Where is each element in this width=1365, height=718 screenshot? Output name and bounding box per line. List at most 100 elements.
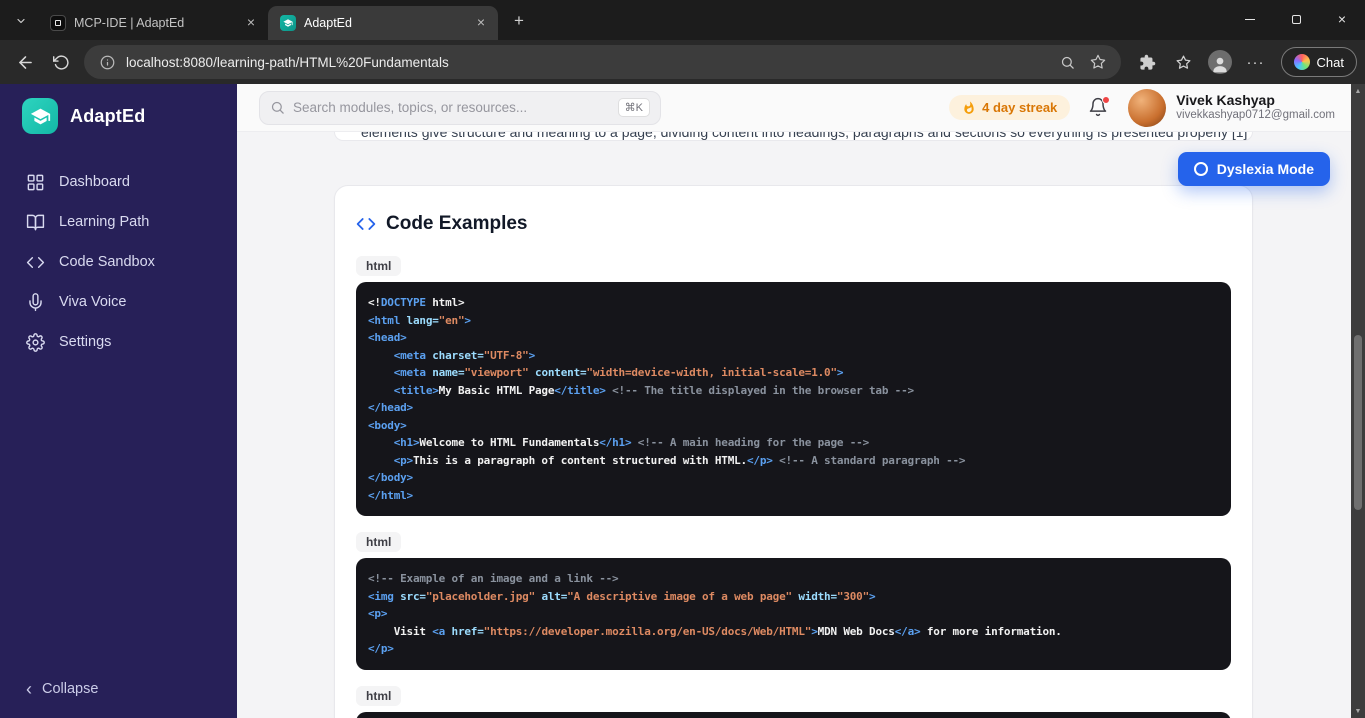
microphone-icon bbox=[29, 292, 42, 311]
code-line: </head> bbox=[368, 401, 413, 414]
language-badge: html bbox=[356, 532, 402, 552]
scroll-up-button[interactable]: ▲ bbox=[1351, 84, 1365, 98]
mcp-ide-favicon bbox=[50, 15, 66, 31]
code-block bbox=[356, 711, 1231, 718]
code-line: </body> bbox=[368, 471, 413, 484]
page-content: elements give structure and meaning to a… bbox=[237, 132, 1365, 718]
tab-close-icon[interactable]: × bbox=[242, 14, 260, 32]
tab-search-button[interactable] bbox=[8, 8, 34, 34]
code-line: <img src="placeholder.jpg" alt="A descri… bbox=[368, 589, 876, 603]
code-line: <title>My Basic HTML Page</title> <!-- T… bbox=[393, 383, 914, 397]
graduation-cap-icon bbox=[22, 98, 58, 134]
reload-button[interactable] bbox=[44, 45, 78, 79]
tab-title: AdaptEd bbox=[304, 16, 352, 30]
sidebar-item-label: Learning Path bbox=[59, 214, 150, 230]
code-line: <meta charset="UTF-8"> bbox=[393, 348, 536, 362]
dyslexia-mode-label: Dyslexia Mode bbox=[1216, 161, 1314, 177]
back-button[interactable] bbox=[8, 45, 42, 79]
code-line: <head> bbox=[368, 331, 407, 344]
code-block: <!-- Example of an image and a link --> <… bbox=[356, 558, 1231, 670]
sidebar-item-label: Settings bbox=[59, 334, 112, 350]
favorite-star-button[interactable] bbox=[1087, 51, 1109, 73]
tab-adapted[interactable]: AdaptEd × bbox=[268, 6, 498, 40]
ellipsis-icon: ··· bbox=[1246, 53, 1265, 71]
browser-toolbar: localhost:8080/learning-path/HTML%20Fund… bbox=[0, 40, 1365, 84]
reload-icon bbox=[52, 54, 69, 70]
code-block: <!DOCTYPE html> <html lang="en"> <head> <m… bbox=[356, 282, 1231, 516]
header-right-cluster: 4 day streak Vivek Kashyap vivekkashyap0… bbox=[949, 88, 1335, 127]
star-icon bbox=[1090, 54, 1105, 69]
site-info-button[interactable] bbox=[96, 51, 118, 73]
search-icon bbox=[1061, 56, 1074, 69]
notifications-button[interactable] bbox=[1088, 95, 1111, 119]
sidebar-item-label: Viva Voice bbox=[59, 294, 127, 310]
info-icon bbox=[100, 55, 114, 69]
streak-badge[interactable]: 4 day streak bbox=[949, 95, 1071, 120]
sidebar-collapse-button[interactable]: ‹ Collapse bbox=[0, 680, 237, 718]
toolbar-right-cluster: ··· Chat bbox=[1131, 45, 1357, 79]
url-text: localhost:8080/learning-path/HTML%20Fund… bbox=[126, 54, 449, 70]
scrollbar-track[interactable] bbox=[1351, 98, 1365, 704]
code-line: <p> bbox=[368, 607, 388, 620]
scrollbar-thumb[interactable] bbox=[1354, 335, 1362, 510]
sidebar: AdaptEd Dashboard Learning Path Code San… bbox=[0, 84, 237, 718]
user-email: vivekkashyap0712@gmail.com bbox=[1176, 109, 1335, 122]
maximize-button[interactable] bbox=[1273, 0, 1319, 38]
chevron-down-icon bbox=[17, 18, 25, 24]
section-title: Code Examples bbox=[386, 213, 528, 234]
profile-button[interactable] bbox=[1203, 45, 1237, 79]
user-name: Vivek Kashyap bbox=[1176, 91, 1275, 108]
tab-title: MCP-IDE | AdaptEd bbox=[74, 16, 185, 30]
browser-window: MCP-IDE | AdaptEd × AdaptEd × + × localh… bbox=[0, 0, 1365, 718]
code-line: <p>This is a paragraph of content struct… bbox=[393, 453, 966, 467]
browser-avatar-icon bbox=[1207, 50, 1232, 74]
brand-logo[interactable]: AdaptEd bbox=[0, 84, 237, 144]
favorites-bar-button[interactable] bbox=[1167, 45, 1201, 79]
sidebar-item-learning-path[interactable]: Learning Path bbox=[0, 202, 237, 242]
code-examples-card: Code Examples html <!DOCTYPE html> <html … bbox=[334, 185, 1253, 718]
book-open-icon bbox=[26, 214, 45, 230]
sidebar-nav: Dashboard Learning Path Code Sandbox Viv… bbox=[0, 162, 237, 362]
tab-mcp-ide[interactable]: MCP-IDE | AdaptEd × bbox=[38, 6, 268, 40]
sidebar-item-viva-voice[interactable]: Viva Voice bbox=[0, 282, 237, 322]
page-scrollbar[interactable]: ▲ ▼ bbox=[1351, 84, 1365, 718]
dyslexia-mode-button[interactable]: Dyslexia Mode bbox=[1177, 152, 1330, 186]
copilot-chat-button[interactable]: Chat bbox=[1280, 47, 1357, 77]
address-search-button[interactable] bbox=[1057, 51, 1079, 73]
code-line: <!-- Example of an image and a link --> bbox=[368, 572, 619, 585]
sidebar-item-label: Code Sandbox bbox=[59, 254, 155, 270]
clipped-previous-card: elements give structure and meaning to a… bbox=[334, 132, 1253, 141]
code-line: <!DOCTYPE html> bbox=[368, 296, 465, 309]
code-line: <body> bbox=[368, 418, 407, 432]
favorites-star-icon bbox=[1176, 54, 1191, 69]
app-shell: AdaptEd Dashboard Learning Path Code San… bbox=[0, 84, 1365, 718]
new-tab-button[interactable]: + bbox=[506, 8, 532, 34]
user-profile[interactable]: Vivek Kashyap vivekkashyap0712@gmail.com bbox=[1128, 88, 1335, 127]
back-arrow-icon bbox=[18, 55, 32, 69]
clipped-text: elements give structure and meaning to a… bbox=[361, 132, 1248, 140]
puzzle-piece-icon bbox=[1140, 54, 1156, 70]
search-icon bbox=[271, 101, 284, 114]
tab-close-icon[interactable]: × bbox=[472, 14, 490, 32]
sidebar-item-settings[interactable]: Settings bbox=[0, 322, 237, 362]
app-header: ⌘K 4 day streak Vivek Kashyap bbox=[237, 84, 1365, 132]
sidebar-item-dashboard[interactable]: Dashboard bbox=[0, 162, 237, 202]
global-search[interactable]: ⌘K bbox=[259, 90, 661, 125]
main-area: ⌘K 4 day streak Vivek Kashyap bbox=[237, 84, 1365, 718]
code-line: </p> bbox=[368, 642, 394, 655]
extensions-button[interactable] bbox=[1131, 45, 1165, 79]
scroll-down-button[interactable]: ▼ bbox=[1351, 704, 1365, 718]
language-badge: html bbox=[356, 685, 402, 706]
browser-menu-button[interactable]: ··· bbox=[1239, 45, 1273, 79]
code-icon bbox=[26, 256, 45, 268]
sidebar-item-code-sandbox[interactable]: Code Sandbox bbox=[0, 242, 237, 282]
address-bar[interactable]: localhost:8080/learning-path/HTML%20Fund… bbox=[84, 45, 1121, 79]
shortcut-badge: ⌘K bbox=[617, 98, 650, 117]
minimize-button[interactable] bbox=[1227, 0, 1273, 38]
window-close-button[interactable]: × bbox=[1319, 0, 1365, 38]
language-badge: html bbox=[356, 256, 402, 276]
collapse-label: Collapse bbox=[42, 681, 99, 697]
sidebar-item-label: Dashboard bbox=[59, 174, 130, 190]
code-line: </html> bbox=[368, 488, 413, 502]
search-input[interactable] bbox=[293, 100, 610, 115]
